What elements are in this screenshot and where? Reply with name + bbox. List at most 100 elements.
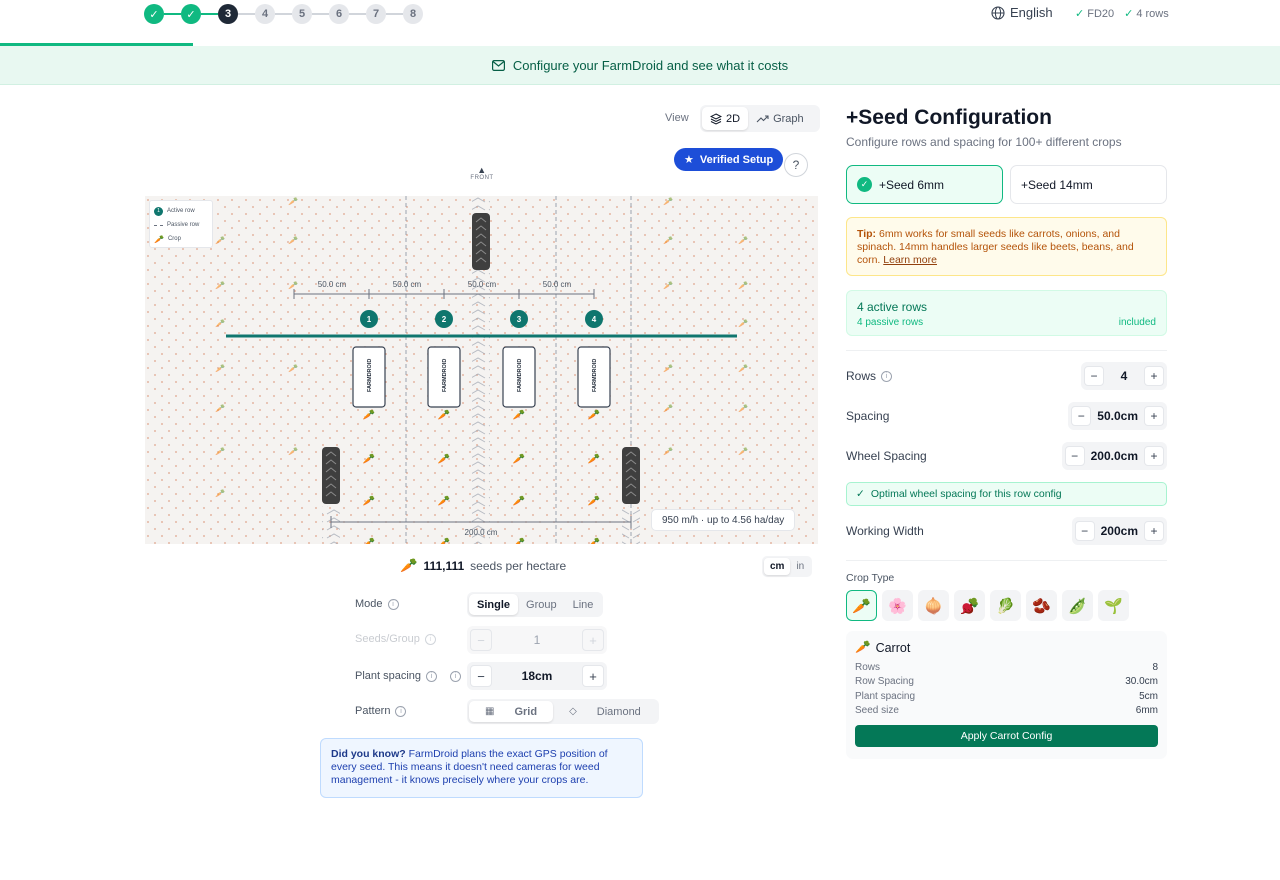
- spacing-value[interactable]: 50.0cm: [1097, 409, 1138, 423]
- crop-pea-button[interactable]: 🫛: [1062, 590, 1093, 621]
- step-indicator: ✓ ✓ 3 4 5 6 7 8: [144, 4, 423, 24]
- working-width-value[interactable]: 200cm: [1101, 524, 1138, 538]
- crop-beet-button[interactable]: 🫜: [954, 590, 985, 621]
- decrement-button[interactable]: −: [1084, 366, 1104, 386]
- learn-more-link[interactable]: Learn more: [883, 254, 937, 266]
- working-width-label: Working Width: [846, 524, 924, 538]
- info-banner: Configure your FarmDroid and see what it…: [0, 46, 1280, 85]
- pattern-diamond-button[interactable]: ◇ Diamond: [553, 701, 657, 722]
- rows-value[interactable]: 4: [1110, 369, 1138, 383]
- wheel-spacing-label: Wheel Spacing: [846, 449, 927, 463]
- increment-button[interactable]: +: [581, 665, 604, 687]
- check-icon: ✓: [1124, 8, 1134, 20]
- active-rows-text: 4 active rows: [857, 300, 928, 314]
- row-number-4: 4: [592, 315, 597, 324]
- mode-selector: Single Group Line: [467, 592, 604, 617]
- step-4[interactable]: 4: [255, 4, 275, 24]
- svg-text:🥕: 🥕: [663, 197, 673, 206]
- step-connector: [164, 13, 181, 15]
- language-label: English: [1010, 5, 1053, 20]
- page-subtitle: Configure rows and spacing for 100+ diff…: [846, 135, 1122, 149]
- pattern-selector: ▦ Grid ◇ Diamond: [467, 699, 659, 724]
- svg-text:🥕: 🥕: [588, 453, 600, 465]
- info-icon[interactable]: i: [395, 705, 407, 717]
- step-5[interactable]: 5: [292, 4, 312, 24]
- increment-button[interactable]: +: [1144, 521, 1164, 541]
- info-icon[interactable]: i: [450, 670, 462, 682]
- step-connector: [349, 13, 366, 15]
- svg-text:🥕: 🥕: [738, 236, 748, 245]
- crop-seedling-button[interactable]: 🌱: [1098, 590, 1129, 621]
- info-icon[interactable]: i: [881, 370, 893, 382]
- step-6[interactable]: 6: [329, 4, 349, 24]
- step-7[interactable]: 7: [366, 4, 386, 24]
- legend-crop: 🥕 Crop: [154, 234, 181, 244]
- mode-line-button[interactable]: Line: [565, 594, 602, 615]
- page-title: +Seed Configuration: [846, 106, 1052, 129]
- seeder-label-4: FARMDROID: [592, 359, 598, 392]
- spacing-label-2: 50.0 cm: [393, 280, 422, 289]
- crop-bean-button[interactable]: 🫘: [1026, 590, 1057, 621]
- decrement-button[interactable]: −: [1074, 521, 1095, 541]
- crop-carrot-button[interactable]: 🥕: [846, 590, 877, 621]
- pattern-grid-button[interactable]: ▦ Grid: [469, 701, 554, 722]
- seed-14mm-option[interactable]: +Seed 14mm: [1010, 165, 1167, 204]
- view-label: View: [665, 112, 689, 124]
- svg-text:🥕: 🥕: [215, 447, 225, 456]
- check-icon: ✓: [856, 488, 865, 500]
- crop-spinach-button[interactable]: 🥬: [990, 590, 1021, 621]
- legend-passive-row: Passive row: [154, 218, 208, 232]
- seeder-label-2: FARMDROID: [442, 359, 448, 392]
- crop-onion-button[interactable]: 🧅: [918, 590, 949, 621]
- language-selector[interactable]: English: [991, 5, 1053, 20]
- rows-label: Rows i: [846, 369, 893, 383]
- increment-button[interactable]: +: [1144, 406, 1164, 426]
- step-1-done[interactable]: ✓: [144, 4, 164, 24]
- svg-text:🥕: 🥕: [438, 409, 450, 421]
- step-3-current[interactable]: 3: [218, 4, 238, 24]
- decrement-button: −: [470, 629, 492, 651]
- svg-text:🥕: 🥕: [738, 404, 748, 413]
- view-2d-button[interactable]: 2D: [702, 107, 749, 130]
- step-2-done[interactable]: ✓: [181, 4, 201, 24]
- crop-flower-button[interactable]: 🌸: [882, 590, 913, 621]
- step-connector: [201, 13, 218, 15]
- decrement-button[interactable]: −: [1064, 446, 1085, 466]
- view-graph-button[interactable]: Graph: [748, 107, 812, 130]
- row-number-3: 3: [517, 315, 522, 324]
- included-text: included: [1118, 317, 1156, 328]
- unit-cm-button[interactable]: cm: [764, 558, 791, 575]
- svg-text:🥕: 🥕: [663, 447, 673, 456]
- question-icon: ?: [792, 158, 800, 172]
- step-8[interactable]: 8: [403, 4, 423, 24]
- svg-text:🥕: 🥕: [363, 537, 375, 544]
- info-icon[interactable]: i: [387, 598, 399, 610]
- info-icon[interactable]: i: [426, 670, 438, 682]
- svg-text:🥕: 🥕: [438, 537, 450, 544]
- svg-text:🥕: 🥕: [663, 364, 673, 373]
- unit-in-button[interactable]: in: [790, 558, 810, 575]
- spacing-label-1: 50.0 cm: [318, 280, 347, 289]
- seed-6mm-option[interactable]: ✓ +Seed 6mm: [846, 165, 1003, 204]
- model-tags: ✓ FD20 ✓ 4 rows: [1075, 7, 1169, 20]
- mode-group-button[interactable]: Group: [518, 594, 565, 615]
- info-icon: i: [424, 633, 436, 645]
- crop-plant-spacing-row: Plant spacing 5cm: [855, 690, 1158, 702]
- decrement-button[interactable]: −: [470, 665, 492, 687]
- field-legend: 1 Active row Passive row 🥕 Crop: [149, 200, 213, 248]
- svg-text:🥕: 🥕: [588, 537, 600, 544]
- grid-icon: ▦: [485, 706, 495, 717]
- wheel-spacing-value[interactable]: 200.0cm: [1091, 449, 1138, 463]
- plant-spacing-value[interactable]: 18cm: [522, 669, 553, 683]
- apply-config-button[interactable]: Apply Carrot Config: [855, 725, 1158, 748]
- verified-setup-button[interactable]: ★ Verified Setup: [674, 148, 784, 171]
- mode-single-button[interactable]: Single: [469, 594, 519, 615]
- help-button[interactable]: ?: [784, 153, 808, 177]
- crop-seed-size-row: Seed size 6mm: [855, 704, 1158, 716]
- increment-button: +: [582, 629, 604, 651]
- decrement-button[interactable]: −: [1071, 406, 1092, 426]
- top-bar: ✓ ✓ 3 4 5 6 7 8 English ✓ FD20 ✓ 4 rows: [0, 0, 1280, 46]
- increment-button[interactable]: +: [1144, 446, 1164, 466]
- increment-button[interactable]: +: [1144, 366, 1164, 386]
- svg-text:🥕: 🥕: [215, 281, 225, 290]
